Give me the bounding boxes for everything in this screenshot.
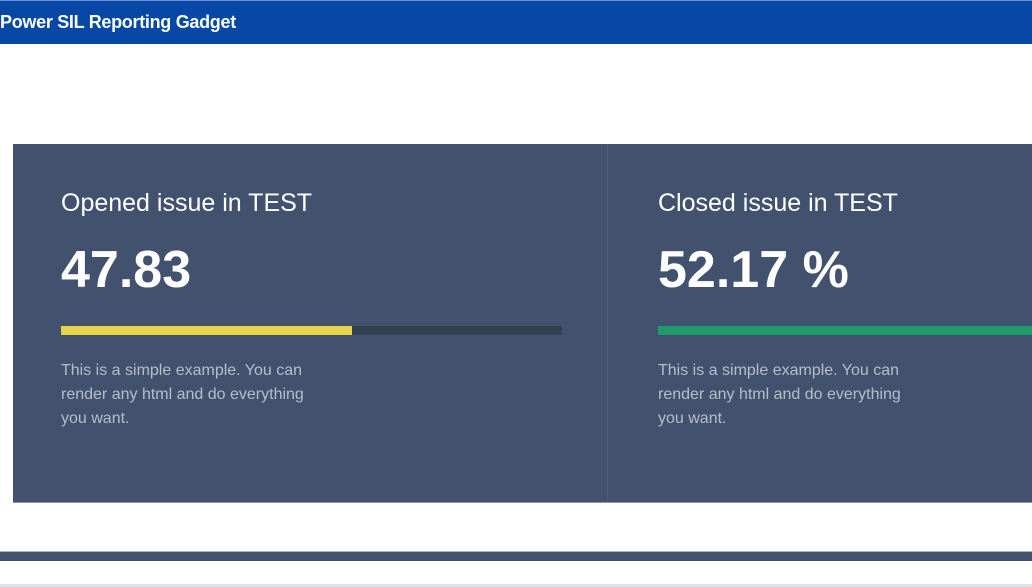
closed-issue-card: Closed issue in TEST 52.17 % This is a s…	[610, 144, 1032, 502]
card-title: Closed issue in TEST	[658, 189, 898, 217]
card-title: Opened issue in TEST	[61, 189, 313, 217]
report-panel: Opened issue in TEST 47.83 This is a sim…	[13, 144, 1032, 503]
card-description: This is a simple example. You can render…	[658, 362, 901, 427]
card-value: 52.17 %	[658, 241, 849, 299]
opened-issue-card: Opened issue in TEST 47.83 This is a sim…	[13, 144, 607, 502]
progress-fill	[658, 326, 1032, 335]
gadget-header: Power SIL Reporting Gadget	[0, 0, 1032, 44]
progress-fill	[61, 326, 352, 335]
card-description: This is a simple example. You can render…	[61, 362, 304, 427]
footer-bar	[0, 551, 1032, 561]
gadget-title: Power SIL Reporting Gadget	[0, 12, 236, 32]
card-value: 47.83	[61, 241, 192, 299]
card-divider	[607, 144, 608, 502]
progress-bar	[658, 326, 1032, 335]
progress-bar	[61, 326, 562, 335]
